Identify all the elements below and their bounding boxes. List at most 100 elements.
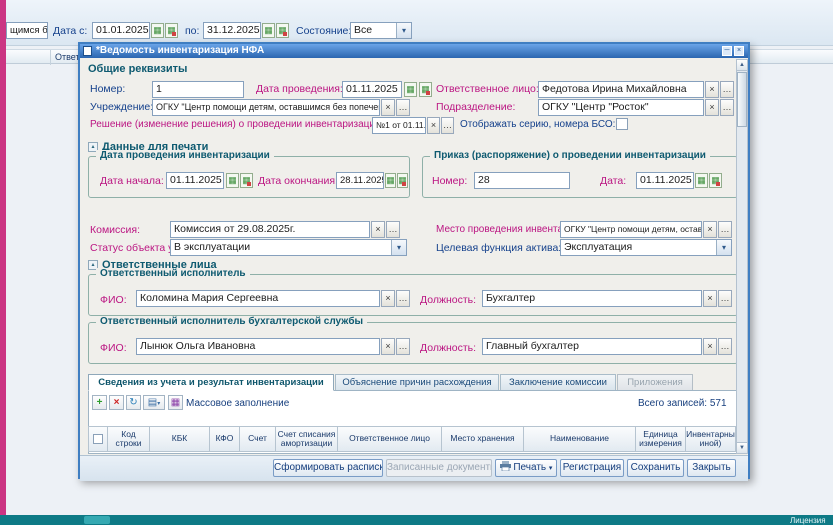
truncated-background-field[interactable]: щимся без г [6, 22, 48, 39]
date-from-field[interactable]: 01.01.2025 [92, 22, 150, 39]
clear-icon[interactable]: × [381, 99, 395, 116]
status-select[interactable]: В эксплуатации ▾ [170, 239, 407, 256]
tab-records[interactable]: Сведения из учета и результат инвентариз… [88, 374, 334, 391]
dialog-scrollbar[interactable]: ▲ ▼ [736, 59, 748, 454]
select-all-checkbox[interactable] [93, 434, 103, 444]
calendar-today-icon[interactable]: ▦ [165, 23, 178, 38]
calendar-today-icon[interactable]: ▦ [397, 173, 408, 188]
number-label: Номер: [90, 83, 125, 95]
division-field[interactable]: ОГКУ "Центр "Росток" [538, 99, 704, 116]
target-function-select[interactable]: Эксплуатация ▾ [560, 239, 732, 256]
chevron-down-icon[interactable]: ▾ [391, 240, 406, 255]
lookup-icon[interactable]: … [718, 338, 732, 355]
scroll-up-icon[interactable]: ▲ [737, 60, 747, 71]
institution-field[interactable]: ОГКУ "Центр помощи детям, оставшимся без… [152, 99, 380, 116]
clear-icon[interactable]: × [427, 117, 440, 134]
end-date-label: Дата окончания: [258, 175, 338, 187]
lookup-icon[interactable]: … [718, 290, 732, 307]
place-field[interactable]: ОГКУ "Центр помощи детям, оставшимся б [560, 221, 702, 238]
scrollbar-thumb[interactable] [737, 72, 747, 127]
dialog-content: Общие реквизиты Номер: 1 Дата проведения… [80, 58, 748, 481]
create-receipt-button[interactable]: Сформировать расписку [273, 459, 383, 477]
order-date-field[interactable]: 01.11.2025 [636, 172, 694, 189]
registration-button[interactable]: Регистрация [560, 459, 624, 477]
lookup-icon[interactable]: … [720, 81, 734, 98]
clear-icon[interactable]: × [705, 81, 719, 98]
lookup-icon[interactable]: … [396, 338, 410, 355]
column-header[interactable]: Счет [240, 426, 276, 452]
calendar-today-icon[interactable]: ▦ [419, 82, 432, 97]
column-header[interactable]: Единица измерения [636, 426, 686, 452]
order-date-label: Дата: [600, 175, 626, 187]
add-row-icon[interactable]: + [92, 395, 107, 410]
date-to-field[interactable]: 31.12.2025 [203, 22, 261, 39]
number-field[interactable]: 1 [152, 81, 244, 98]
calendar-today-icon[interactable]: ▦ [240, 173, 253, 188]
column-header[interactable]: Инвентарны иной) [686, 426, 736, 452]
start-date-field[interactable]: 01.11.2025 [166, 172, 224, 189]
calendar-icon[interactable]: ▦ [695, 173, 708, 188]
calendar-today-icon[interactable]: ▦ [709, 173, 722, 188]
close-button[interactable]: Закрыть [687, 459, 736, 477]
printer-icon [500, 461, 511, 471]
end-date-field[interactable]: 28.11.2025 [336, 172, 384, 189]
lookup-icon[interactable]: … [441, 117, 454, 134]
commission-field[interactable]: Комиссия от 29.08.2025г. [170, 221, 370, 238]
column-header[interactable]: КФО [210, 426, 240, 452]
calendar-icon[interactable]: ▦ [385, 173, 396, 188]
column-header[interactable]: Код строки [108, 426, 150, 452]
dialog-titlebar[interactable]: *Ведомость инвентаризация НФА ─ × [80, 44, 748, 58]
lookup-icon[interactable]: … [718, 221, 732, 238]
calendar-today-icon[interactable]: ▦ [276, 23, 289, 38]
refresh-icon[interactable]: ↻ [126, 395, 141, 410]
clear-icon[interactable]: × [705, 99, 719, 116]
calendar-icon[interactable]: ▦ [151, 23, 164, 38]
start-date-label: Дата начала: [100, 175, 164, 187]
clear-icon[interactable]: × [371, 221, 385, 238]
column-header[interactable]: Наименование [524, 426, 636, 452]
clear-icon[interactable]: × [703, 221, 717, 238]
fio-field[interactable]: Коломина Мария Сергеевна [136, 290, 380, 307]
calendar-icon[interactable]: ▦ [226, 173, 239, 188]
print-button[interactable]: Печать ▾ [495, 459, 557, 477]
column-header[interactable]: Место хранения [442, 426, 524, 452]
calendar-icon[interactable]: ▦ [262, 23, 275, 38]
lookup-icon[interactable]: … [720, 99, 734, 116]
post-field[interactable]: Бухгалтер [482, 290, 702, 307]
print-label: Печать [513, 462, 546, 473]
column-header[interactable]: Ответственное лицо [338, 426, 442, 452]
column-header[interactable]: Счет списания амортизации [276, 426, 338, 452]
lookup-icon[interactable]: … [396, 290, 410, 307]
minimize-icon[interactable]: ─ [722, 46, 732, 56]
responsible-field[interactable]: Федотова Ирина Михайловна [538, 81, 704, 98]
column-header[interactable]: КБК [150, 426, 210, 452]
clear-icon[interactable]: × [381, 338, 395, 355]
bso-checkbox[interactable] [616, 118, 628, 130]
fio-field[interactable]: Лынюк Ольга Ивановна [136, 338, 380, 355]
tab-discrepancy[interactable]: Объяснение причин расхождения [335, 374, 499, 391]
decision-field[interactable]: №1 от 01.11.2025 [372, 117, 426, 134]
tab-conclusion[interactable]: Заключение комиссии [500, 374, 616, 391]
chevron-down-icon[interactable]: ▾ [396, 23, 411, 38]
chevron-down-icon[interactable]: ▾ [716, 240, 731, 255]
mass-fill-icon[interactable]: ▦ [168, 395, 183, 410]
order-number-field[interactable]: 28 [474, 172, 570, 189]
post-field[interactable]: Главный бухгалтер [482, 338, 702, 355]
lookup-icon[interactable]: … [386, 221, 400, 238]
lookup-icon[interactable]: … [396, 99, 410, 116]
mass-fill-label[interactable]: Массовое заполнение [186, 398, 289, 409]
state-select[interactable]: Все ▾ [350, 22, 412, 39]
clear-icon[interactable]: × [703, 338, 717, 355]
order-group-title: Приказ (распоряжение) о проведении инвен… [430, 150, 710, 161]
clear-icon[interactable]: × [381, 290, 395, 307]
delete-row-icon[interactable]: × [109, 395, 124, 410]
export-menu-icon[interactable]: ▤▾ [143, 395, 165, 410]
clear-icon[interactable]: × [703, 290, 717, 307]
close-icon[interactable]: × [734, 46, 744, 56]
calendar-icon[interactable]: ▦ [404, 82, 417, 97]
order-number-label: Номер: [432, 175, 467, 187]
scroll-down-icon[interactable]: ▼ [737, 442, 747, 453]
save-button[interactable]: Сохранить [627, 459, 684, 477]
taskbar-button[interactable] [84, 516, 110, 524]
date-field[interactable]: 01.11.2025 [342, 81, 402, 98]
